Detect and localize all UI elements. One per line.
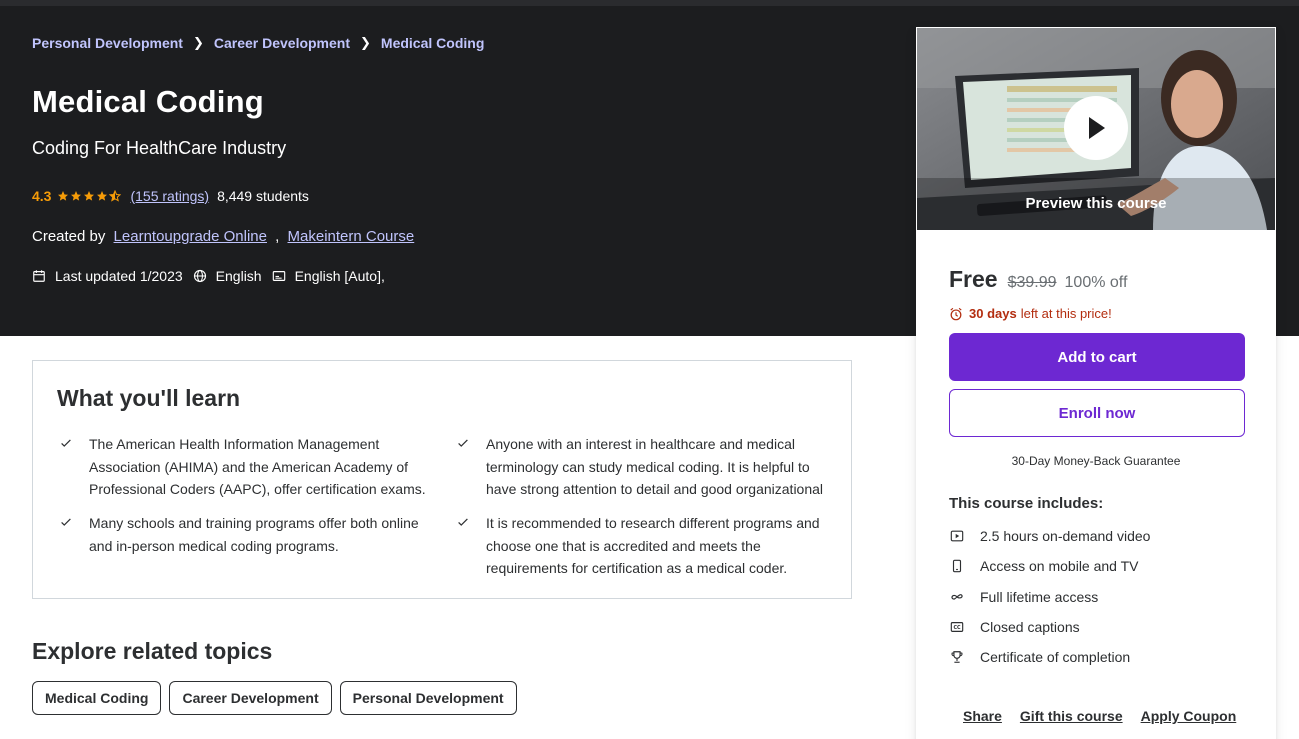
check-icon <box>458 439 468 447</box>
star-icon <box>84 191 95 201</box>
language: English <box>193 268 262 284</box>
learn-item: It is recommended to research different … <box>458 512 826 580</box>
trophy-icon <box>949 649 965 665</box>
star-icon <box>71 191 82 201</box>
chevron-right-icon: ❯ <box>360 35 371 50</box>
learn-item-text: The American Health Information Manageme… <box>89 436 426 497</box>
star-rating <box>57 190 122 202</box>
course-preview-video[interactable]: Preview this course <box>917 28 1275 230</box>
video-icon <box>949 528 965 544</box>
infinity-icon <box>949 589 965 605</box>
check-icon <box>61 518 71 526</box>
breadcrumb-career-development[interactable]: Career Development <box>214 35 350 51</box>
learn-item-text: It is recommended to research different … <box>486 515 820 576</box>
includes-item-text: Closed captions <box>980 619 1080 635</box>
star-icon <box>58 191 69 201</box>
ratings-count-link[interactable]: (155 ratings) <box>130 188 209 204</box>
includes-item-mobile: Access on mobile and TV <box>949 558 1139 574</box>
share-link[interactable]: Share <box>963 708 1002 724</box>
includes-item-certificate: Certificate of completion <box>949 649 1130 665</box>
alarm-clock-icon <box>950 307 962 320</box>
check-icon <box>458 518 468 526</box>
chevron-right-icon: ❯ <box>192 35 204 50</box>
check-icon <box>61 439 71 447</box>
related-topics: Medical Coding Career Development Person… <box>32 681 525 715</box>
instructor-separator: , <box>275 228 280 245</box>
sidebar-footer-links: Share Gift this course Apply Coupon <box>963 708 1254 724</box>
timer-days: 30 days <box>969 306 1017 321</box>
last-updated-text: Last updated 1/2023 <box>55 268 183 284</box>
price-row: Free $39.99 100% off <box>949 266 1127 293</box>
play-button[interactable] <box>1064 96 1128 160</box>
preview-label: Preview this course <box>1025 195 1167 212</box>
money-back-guarantee: 30-Day Money-Back Guarantee <box>1011 454 1181 468</box>
captions-icon <box>272 271 285 281</box>
rating-row: 4.3 (155 ratings) 8,449 students <box>32 188 309 204</box>
topic-medical-coding[interactable]: Medical Coding <box>32 681 162 715</box>
includes-item-text: Full lifetime access <box>980 589 1099 605</box>
course-subtitle: Coding For HealthCare Industry <box>32 138 287 158</box>
breadcrumb-personal-development[interactable]: Personal Development <box>32 35 183 51</box>
timer-text: left at this price! <box>1020 306 1112 321</box>
topic-personal-development[interactable]: Personal Development <box>339 681 517 715</box>
gift-course-link[interactable]: Gift this course <box>1020 708 1123 724</box>
closed-captions-icon: CC <box>949 619 965 635</box>
students-count: 8,449 students <box>217 188 309 204</box>
star-icon <box>97 191 108 201</box>
includes-item-text: Access on mobile and TV <box>980 558 1139 574</box>
mobile-icon <box>949 558 965 574</box>
learn-item-text: Many schools and training programs offer… <box>89 515 419 554</box>
topic-career-development[interactable]: Career Development <box>169 681 332 715</box>
instructor-link-makeintern[interactable]: Makeintern Course <box>288 228 415 245</box>
instructor-link-learntoupgrade[interactable]: Learntoupgrade Online <box>114 228 267 245</box>
course-includes-title: This course includes: <box>949 495 1104 512</box>
discount-percent: 100% off <box>1064 274 1128 291</box>
course-title: Medical Coding <box>32 84 264 119</box>
svg-text:CC: CC <box>953 625 961 631</box>
language-text: English <box>215 268 262 284</box>
includes-item-captions: CC Closed captions <box>949 619 1080 635</box>
last-updated: Last updated 1/2023 <box>32 268 183 284</box>
current-price: Free <box>949 266 998 292</box>
add-to-cart-button[interactable]: Add to cart <box>949 333 1245 381</box>
globe-icon <box>193 269 206 283</box>
calendar-icon <box>33 270 45 282</box>
rating-value: 4.3 <box>32 188 52 204</box>
price-timer: 30 days left at this price! <box>949 306 1112 321</box>
includes-item-lifetime: Full lifetime access <box>949 589 1098 605</box>
includes-item-text: 2.5 hours on-demand video <box>980 528 1151 544</box>
play-icon <box>1089 117 1105 139</box>
breadcrumb: Personal Development ❯ Career Developmen… <box>32 35 484 51</box>
enroll-now-button[interactable]: Enroll now <box>949 389 1245 437</box>
original-price: $39.99 <box>1007 274 1057 291</box>
explore-related-topics-title: Explore related topics <box>32 638 273 664</box>
captions: English [Auto], <box>272 268 385 284</box>
created-by-row: Created by Learntoupgrade Online , Makei… <box>32 228 414 245</box>
apply-coupon-link[interactable]: Apply Coupon <box>1141 708 1237 724</box>
breadcrumb-medical-coding[interactable]: Medical Coding <box>381 35 484 51</box>
learn-item: The American Health Information Manageme… <box>61 433 429 501</box>
course-meta-row: Last updated 1/2023 English English [Aut… <box>32 268 395 284</box>
purchase-sidebar: Preview this course Free $39.99 100% off… <box>916 27 1276 739</box>
learn-item: Many schools and training programs offer… <box>61 512 429 557</box>
includes-item-video: 2.5 hours on-demand video <box>949 528 1150 544</box>
what-youll-learn-box: What you'll learn The American Health In… <box>32 360 852 599</box>
learn-item-text: Anyone with an interest in healthcare an… <box>486 436 824 497</box>
created-by-label: Created by <box>32 228 106 245</box>
includes-item-text: Certificate of completion <box>980 649 1131 665</box>
half-star-icon <box>109 190 122 202</box>
what-youll-learn-title: What you'll learn <box>57 385 241 411</box>
captions-text: English [Auto], <box>294 268 385 284</box>
hero-top-border <box>0 0 1299 6</box>
learn-item: Anyone with an interest in healthcare an… <box>458 433 826 501</box>
